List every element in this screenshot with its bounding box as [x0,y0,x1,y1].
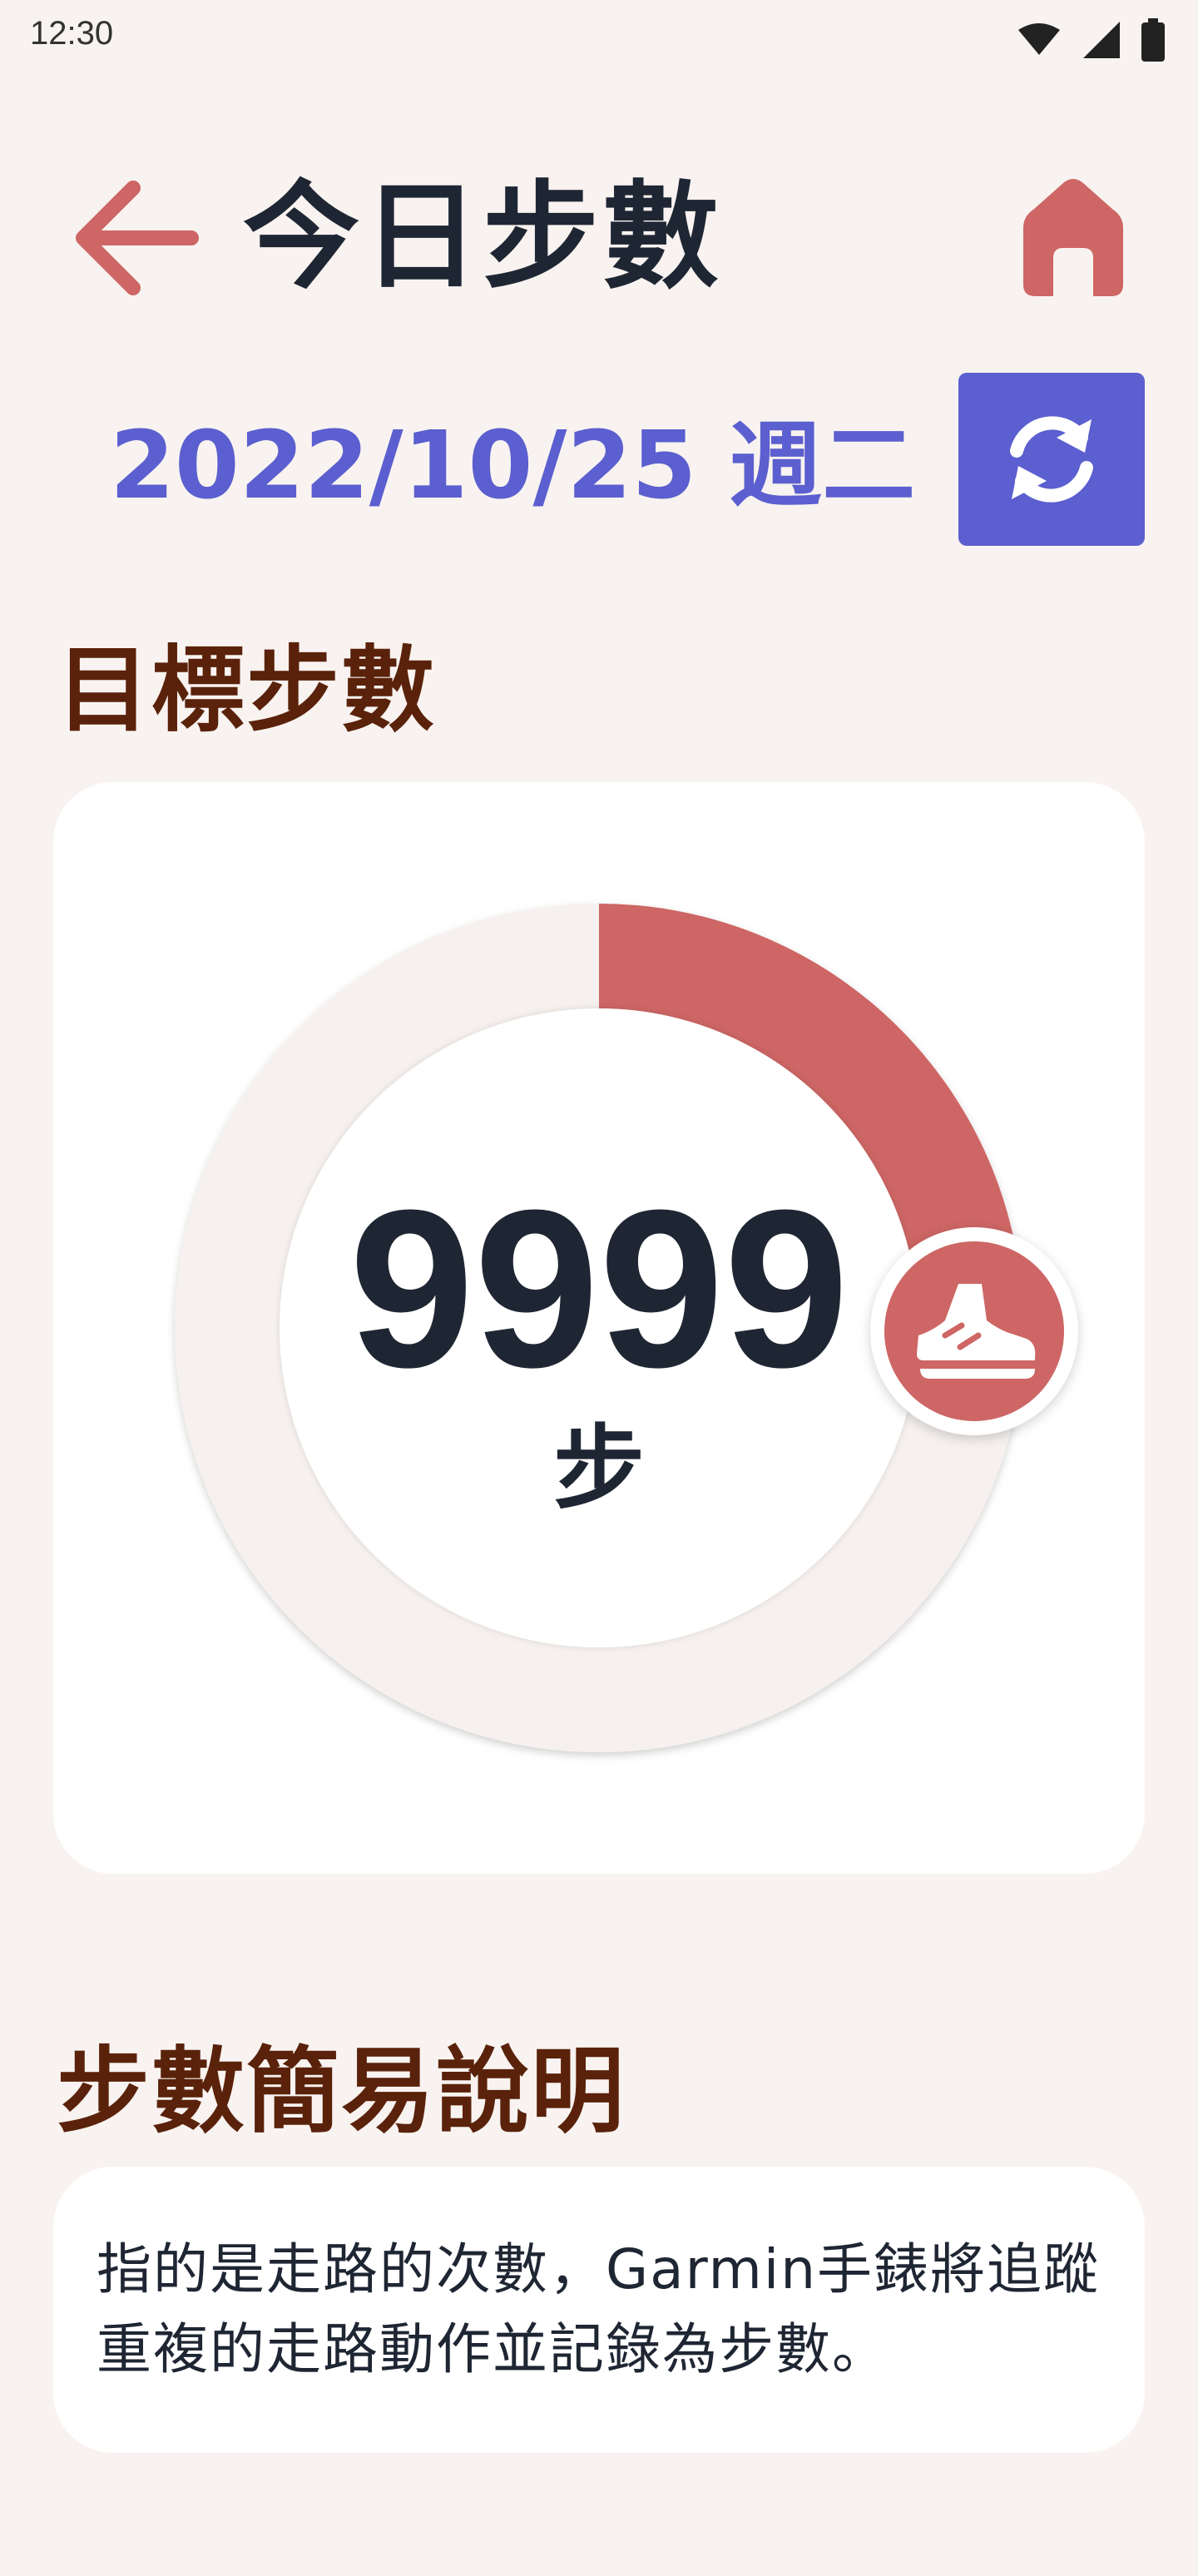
back-button[interactable] [67,171,208,305]
goal-heading: 目標步數 [57,637,436,745]
status-time: 12:30 [30,15,114,52]
home-button[interactable] [1015,175,1131,300]
wifi-icon [1018,23,1060,55]
shoe-badge [870,1227,1078,1435]
status-icons [1017,18,1165,62]
info-card: 指的是走路的次數，Garmin手錶將追蹤重複的走路動作並記錄為步數。 [53,2167,1145,2453]
home-icon [1023,179,1123,296]
refresh-button[interactable] [958,373,1145,546]
shoe-icon [917,1284,1036,1379]
info-heading: 步數簡易說明 [57,2038,626,2146]
signal-icon [1083,22,1120,58]
goal-card: 9999 步 [53,782,1145,1874]
app-screen: 12:30 今日步數 2022/10/25 週二 目標步數 9999 步 步數簡… [0,0,1198,2576]
refresh-icon [1010,416,1093,503]
status-bar: 12:30 [0,0,1198,75]
date-display: 2022/10/25 週二 [110,412,916,520]
arrow-left-icon [76,181,199,295]
info-text: 指的是走路的次數，Garmin手錶將追蹤重複的走路動作並記錄為步數。 [97,2237,1101,2381]
page-title: 今日步數 [243,170,723,305]
battery-icon [1141,18,1165,62]
